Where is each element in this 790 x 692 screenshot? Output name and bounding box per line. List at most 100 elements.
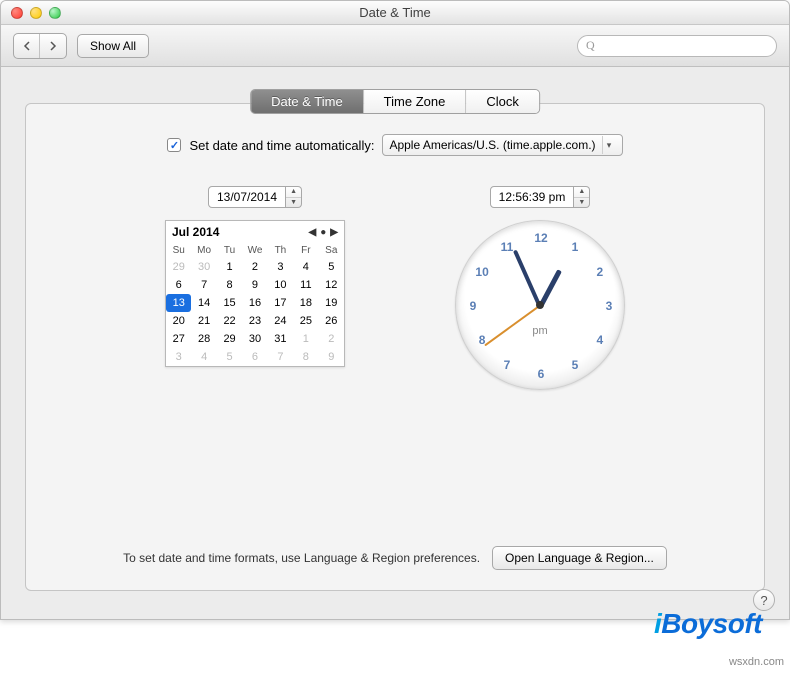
- titlebar: Date & Time: [1, 1, 789, 25]
- calendar-day[interactable]: 29: [166, 258, 191, 276]
- calendar-day[interactable]: 28: [191, 330, 216, 348]
- calendar-dow: Fr: [293, 243, 318, 258]
- clock-number: 4: [597, 333, 604, 347]
- calendar-grid: SuMoTuWeThFrSa29301234567891011121314151…: [166, 243, 344, 366]
- calendar-day[interactable]: 17: [268, 294, 293, 312]
- back-button[interactable]: [14, 34, 40, 58]
- clock-number: 5: [572, 358, 579, 372]
- date-field[interactable]: 13/07/2014: [208, 186, 286, 208]
- calendar-day[interactable]: 19: [319, 294, 344, 312]
- calendar-day[interactable]: 5: [319, 258, 344, 276]
- time-field-wrap: 12:56:39 pm ▲▼: [490, 186, 591, 208]
- calendar-day[interactable]: 9: [242, 276, 267, 294]
- date-column: 13/07/2014 ▲▼ Jul 2014 ◀ ● ▶ SuMoTuW: [165, 186, 345, 546]
- clock-number: 10: [475, 265, 488, 279]
- calendar-day[interactable]: 26: [319, 312, 344, 330]
- calendar-day[interactable]: 6: [166, 276, 191, 294]
- calendar[interactable]: Jul 2014 ◀ ● ▶ SuMoTuWeThFrSa29301234567…: [165, 220, 345, 367]
- watermark-logo: iBoysoft: [654, 608, 762, 640]
- forward-button[interactable]: [40, 34, 66, 58]
- clock-number: 7: [504, 358, 511, 372]
- chevron-down-icon: ▾: [602, 136, 616, 154]
- calendar-day[interactable]: 4: [191, 348, 216, 366]
- chevron-right-icon: [48, 41, 58, 51]
- time-field[interactable]: 12:56:39 pm: [490, 186, 575, 208]
- stepper-down-icon: ▼: [286, 198, 301, 208]
- calendar-day[interactable]: 11: [293, 276, 318, 294]
- calendar-header: Jul 2014 ◀ ● ▶: [166, 221, 344, 243]
- calendar-day[interactable]: 9: [319, 348, 344, 366]
- calendar-day[interactable]: 12: [319, 276, 344, 294]
- toolbar: Show All Q: [1, 25, 789, 67]
- calendar-day[interactable]: 13: [166, 294, 191, 312]
- clock-number: 3: [606, 299, 613, 313]
- auto-row: ✓ Set date and time automatically: Apple…: [56, 134, 734, 156]
- clock-number: 1: [572, 240, 579, 254]
- calendar-day[interactable]: 8: [217, 276, 242, 294]
- clock-number: 6: [538, 367, 545, 381]
- calendar-day[interactable]: 21: [191, 312, 216, 330]
- tabs: Date & Time Time Zone Clock: [250, 89, 540, 114]
- date-stepper[interactable]: ▲▼: [286, 186, 302, 208]
- nav-back-forward: [13, 33, 67, 59]
- calendar-day[interactable]: 2: [242, 258, 267, 276]
- calendar-day[interactable]: 7: [268, 348, 293, 366]
- calendar-day[interactable]: 27: [166, 330, 191, 348]
- calendar-dow: Mo: [191, 243, 216, 258]
- time-stepper[interactable]: ▲▼: [574, 186, 590, 208]
- cal-next-icon[interactable]: ▶: [330, 227, 338, 238]
- watermark-site: wsxdn.com: [729, 656, 784, 668]
- calendar-day[interactable]: 15: [217, 294, 242, 312]
- tab-time-zone[interactable]: Time Zone: [364, 90, 467, 113]
- calendar-day[interactable]: 7: [191, 276, 216, 294]
- show-all-button[interactable]: Show All: [77, 34, 149, 58]
- time-server-combo[interactable]: Apple Americas/U.S. (time.apple.com.) ▾: [382, 134, 622, 156]
- calendar-day[interactable]: 16: [242, 294, 267, 312]
- calendar-dow: Su: [166, 243, 191, 258]
- window-title: Date & Time: [1, 5, 789, 20]
- auto-checkbox[interactable]: ✓: [167, 138, 181, 152]
- calendar-day[interactable]: 31: [268, 330, 293, 348]
- calendar-day[interactable]: 30: [191, 258, 216, 276]
- calendar-day[interactable]: 29: [217, 330, 242, 348]
- stepper-up-icon: ▲: [574, 187, 589, 198]
- footer-row: To set date and time formats, use Langua…: [56, 546, 734, 570]
- calendar-day[interactable]: 20: [166, 312, 191, 330]
- clock-number: 8: [479, 333, 486, 347]
- calendar-day[interactable]: 24: [268, 312, 293, 330]
- calendar-day[interactable]: 22: [217, 312, 242, 330]
- analog-clock: pm 121234567891011: [455, 220, 625, 390]
- cal-today-icon[interactable]: ●: [320, 227, 326, 238]
- calendar-day[interactable]: 18: [293, 294, 318, 312]
- calendar-day[interactable]: 5: [217, 348, 242, 366]
- calendar-day[interactable]: 1: [293, 330, 318, 348]
- calendar-dow: We: [242, 243, 267, 258]
- calendar-day[interactable]: 10: [268, 276, 293, 294]
- calendar-day[interactable]: 3: [268, 258, 293, 276]
- clock-number: 12: [534, 231, 547, 245]
- cal-prev-icon[interactable]: ◀: [309, 227, 317, 238]
- calendar-day[interactable]: 14: [191, 294, 216, 312]
- calendar-day[interactable]: 1: [217, 258, 242, 276]
- calendar-nav: ◀ ● ▶: [309, 227, 338, 238]
- calendar-dow: Sa: [319, 243, 344, 258]
- calendar-day[interactable]: 6: [242, 348, 267, 366]
- tab-clock[interactable]: Clock: [466, 90, 539, 113]
- prefs-window: Date & Time Show All Q Date & Time Time …: [0, 0, 790, 620]
- mid-columns: 13/07/2014 ▲▼ Jul 2014 ◀ ● ▶ SuMoTuW: [56, 186, 734, 546]
- calendar-day[interactable]: 23: [242, 312, 267, 330]
- clock-number: 2: [597, 265, 604, 279]
- time-server-value: Apple Americas/U.S. (time.apple.com.): [389, 138, 595, 152]
- calendar-day[interactable]: 4: [293, 258, 318, 276]
- chevron-left-icon: [22, 41, 32, 51]
- calendar-day[interactable]: 8: [293, 348, 318, 366]
- search-field[interactable]: Q: [577, 35, 777, 57]
- calendar-day[interactable]: 25: [293, 312, 318, 330]
- date-field-wrap: 13/07/2014 ▲▼: [208, 186, 302, 208]
- clock-number: 11: [501, 240, 514, 254]
- calendar-day[interactable]: 3: [166, 348, 191, 366]
- open-language-region-button[interactable]: Open Language & Region...: [492, 546, 667, 570]
- calendar-day[interactable]: 30: [242, 330, 267, 348]
- calendar-day[interactable]: 2: [319, 330, 344, 348]
- tab-date-time[interactable]: Date & Time: [251, 90, 364, 113]
